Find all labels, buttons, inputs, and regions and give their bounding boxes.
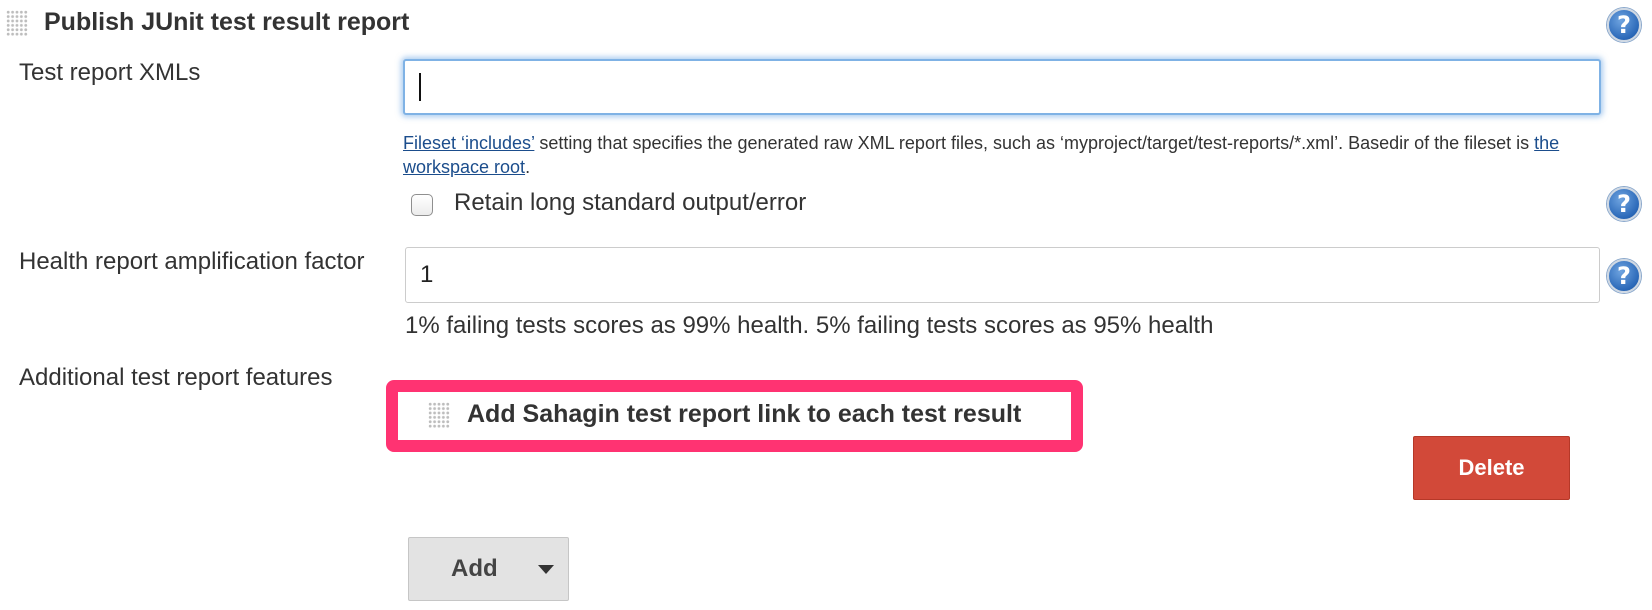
sahagin-feature-title: Add Sahagin test report link to each tes… (467, 400, 1022, 428)
text-caret (419, 73, 421, 101)
help-icon[interactable]: ? (1607, 259, 1641, 293)
fileset-includes-link[interactable]: Fileset ‘includes’ (403, 133, 534, 153)
add-button-label: Add (451, 555, 498, 582)
health-factor-hint: 1% failing tests scores as 99% health. 5… (405, 312, 1214, 339)
drag-handle-icon[interactable] (428, 402, 450, 428)
test-report-xmls-description: Fileset ‘includes’ setting that specifie… (403, 133, 1560, 177)
chevron-down-icon[interactable] (537, 564, 554, 574)
add-button[interactable]: Add (408, 537, 569, 601)
retain-output-checkbox[interactable] (411, 194, 433, 216)
help-icon[interactable]: ? (1607, 8, 1641, 42)
delete-button[interactable]: Delete (1413, 436, 1570, 500)
health-factor-input[interactable]: 1 (405, 247, 1600, 303)
help-icon[interactable]: ? (1607, 187, 1641, 221)
health-factor-label: Health report amplification factor (19, 248, 365, 275)
retain-output-label: Retain long standard output/error (454, 189, 807, 216)
test-report-xmls-label: Test report XMLs (19, 59, 201, 86)
additional-features-label: Additional test report features (19, 364, 333, 391)
drag-handle-icon[interactable] (6, 10, 28, 36)
test-report-xmls-input[interactable] (403, 59, 1601, 115)
section-title: Publish JUnit test result report (44, 8, 410, 36)
